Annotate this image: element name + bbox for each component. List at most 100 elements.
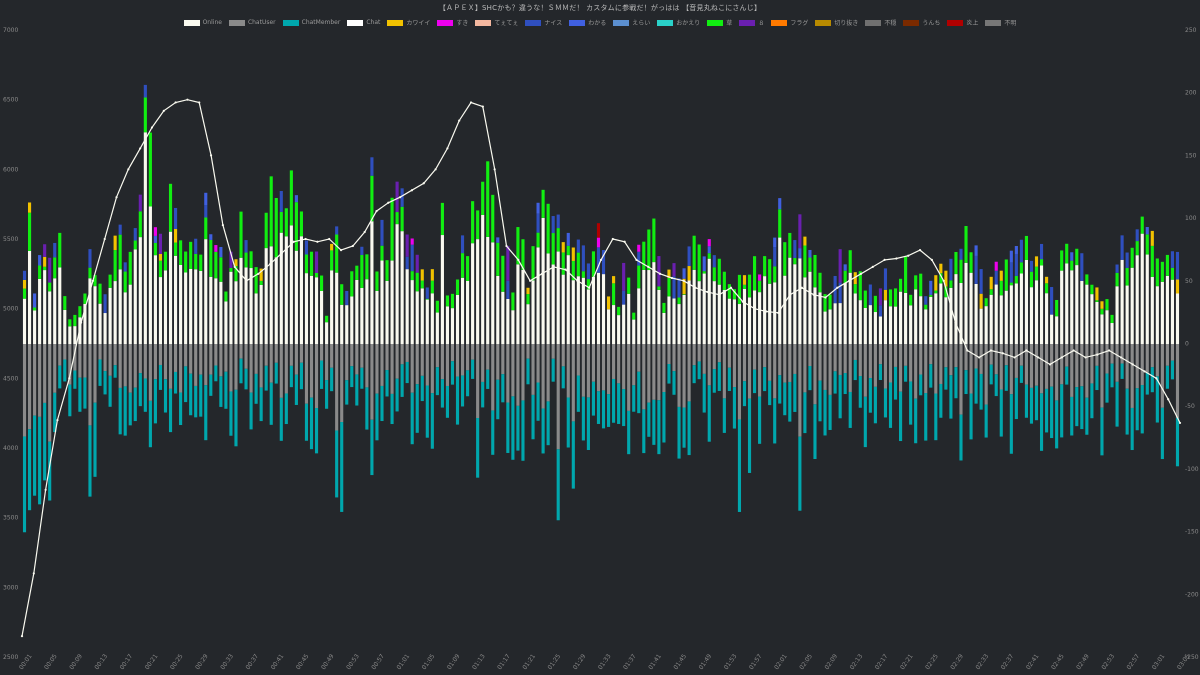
bar-chat: [204, 239, 208, 344]
bar-chat: [445, 306, 449, 344]
bar-chatmember: [1090, 383, 1094, 419]
bar-chatuser: [58, 344, 62, 366]
bar-segment: [642, 241, 646, 270]
x-axis-tick: 02:37: [1000, 653, 1016, 671]
bar-chatmember: [1145, 372, 1149, 395]
bar-chat: [455, 294, 460, 344]
bar-chatuser: [204, 344, 208, 386]
bar-chat: [264, 248, 268, 344]
bar-segment: [48, 282, 52, 292]
bar-chatuser: [199, 344, 203, 375]
bar-chat: [652, 262, 656, 344]
bar-chatmember: [340, 422, 344, 512]
bar-chatuser: [450, 344, 455, 362]
bar-segment: [279, 191, 283, 212]
bar-chatuser: [823, 344, 827, 390]
bar-chat: [833, 303, 837, 344]
x-axis-tick: 02:09: [823, 653, 839, 671]
bar-chat: [138, 237, 142, 344]
bar-chatuser: [1175, 344, 1180, 418]
bar-segment: [335, 226, 339, 235]
bar-chat: [405, 269, 409, 344]
online-point: [1072, 349, 1075, 352]
bar-segment: [496, 237, 500, 243]
bar-segment: [294, 202, 298, 251]
bar-segment: [194, 253, 198, 270]
bar-chat: [612, 305, 616, 344]
bar-chatuser: [375, 344, 379, 394]
bar-chatmember: [1135, 388, 1139, 431]
bar-segment: [1085, 274, 1089, 285]
bar-chatuser: [1029, 344, 1034, 388]
bar-segment: [128, 251, 132, 285]
bar-segment: [622, 262, 626, 291]
bar-chat: [239, 257, 243, 344]
online-point: [458, 119, 461, 122]
bar-chatmember: [798, 436, 802, 511]
bar-chat: [415, 291, 419, 344]
bar-chatmember: [737, 419, 742, 512]
bar-segment: [204, 217, 208, 240]
bar-chatmember: [1085, 397, 1089, 435]
bar-segment: [984, 298, 988, 307]
online-point: [434, 168, 437, 171]
x-axis-tick: 00:45: [295, 653, 311, 671]
bar-segment: [294, 195, 298, 203]
bar-segment: [526, 294, 530, 305]
bar-segment: [1014, 246, 1018, 254]
bar-chatuser: [994, 344, 998, 375]
x-axis-tick: 00:57: [370, 653, 386, 671]
bar-segment: [199, 254, 203, 271]
x-axis-tick: 01:57: [748, 653, 764, 671]
bar-chatuser: [702, 344, 706, 374]
bar-chatmember: [617, 383, 621, 424]
bar-chatuser: [742, 344, 747, 382]
bar-chat: [98, 303, 102, 344]
bar-chatuser: [863, 344, 867, 397]
bar-chatuser: [546, 344, 550, 402]
bar-chat: [838, 303, 842, 344]
bar-chatmember: [1039, 393, 1044, 451]
bar-chat: [224, 301, 228, 344]
bar-segment: [43, 256, 47, 267]
bar-segment: [949, 280, 953, 288]
bar-chatmember: [466, 370, 470, 397]
bar-chat: [627, 293, 631, 344]
bar-chat: [742, 289, 747, 344]
bar-segment: [38, 255, 42, 266]
bar-segment: [113, 250, 117, 282]
bar-segment: [239, 211, 243, 258]
bar-chat: [753, 290, 757, 344]
bar-segment: [536, 202, 540, 214]
bar-chatmember: [1009, 394, 1013, 454]
bar-chat: [450, 308, 455, 344]
bar-segment: [229, 267, 233, 272]
bar-segment: [576, 239, 580, 253]
x-axis-tick: 00:01: [18, 653, 34, 671]
bar-segment: [637, 265, 641, 289]
bar-segment: [808, 249, 812, 258]
bar-segment: [304, 240, 309, 255]
bar-chatuser: [803, 344, 807, 393]
bar-chat: [1155, 286, 1159, 344]
bar-chatuser: [979, 344, 983, 374]
bar-chatuser: [763, 344, 767, 368]
bar-chatmember: [491, 410, 495, 455]
bar-chat: [536, 247, 540, 344]
bar-chatuser: [959, 344, 963, 415]
bar-chat: [294, 250, 298, 344]
bar-chatmember: [989, 364, 993, 385]
bar-chat: [1060, 270, 1064, 344]
bar-chatmember: [1130, 407, 1134, 451]
bar-chatuser: [460, 344, 465, 376]
bar-chatmember: [596, 391, 601, 424]
bar-segment: [58, 232, 62, 268]
bar-segment: [425, 298, 429, 300]
bar-chat: [1085, 284, 1089, 344]
bar-chatuser: [934, 344, 938, 394]
bar-segment: [108, 274, 112, 288]
bar-chat: [546, 253, 550, 344]
bar-segment: [1060, 250, 1064, 271]
bar-segment: [758, 274, 762, 281]
bar-chatmember: [259, 387, 263, 422]
